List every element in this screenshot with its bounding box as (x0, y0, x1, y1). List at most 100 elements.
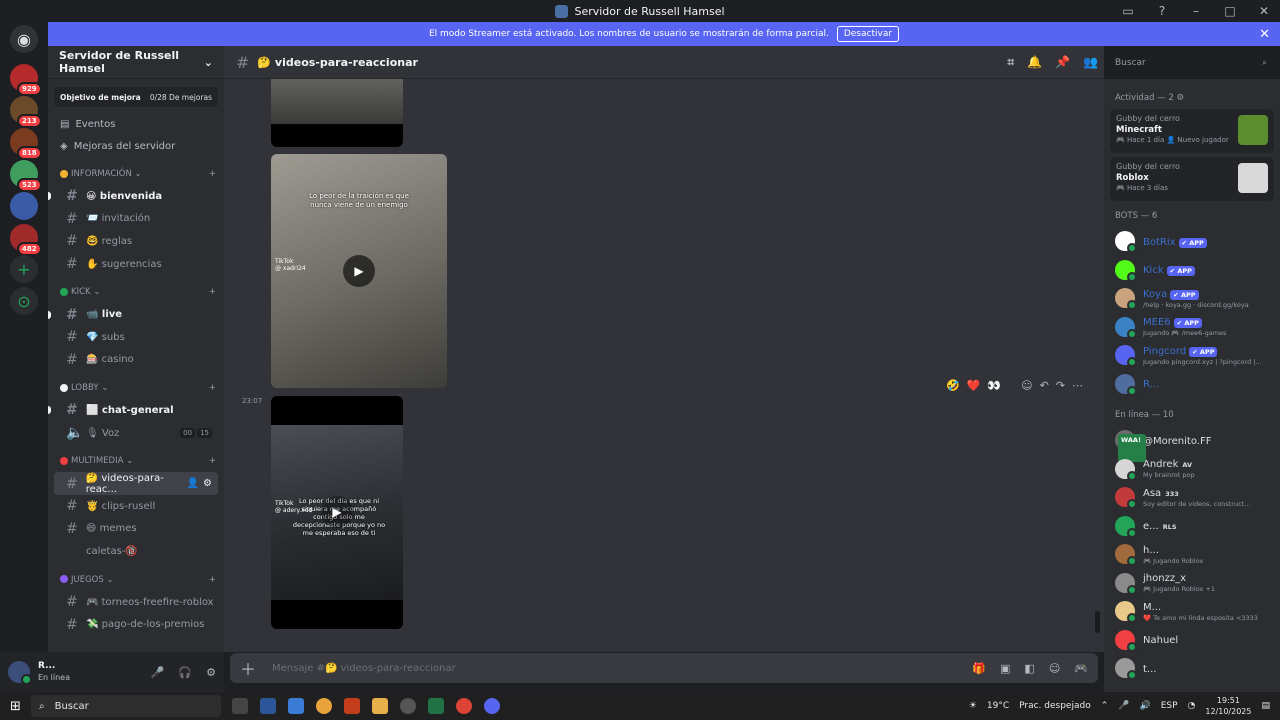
play-icon[interactable]: ▶ (321, 496, 353, 528)
member-item[interactable]: @Morenito.FF WAA! (1104, 426, 1280, 462)
discord-home-icon[interactable]: ◉ (10, 25, 38, 53)
explore-servers-icon[interactable]: ⊙ (10, 287, 38, 315)
chrome-icon[interactable] (316, 698, 332, 714)
text-channel[interactable]: # ✋ sugerencias (54, 253, 218, 276)
store-icon[interactable] (288, 698, 304, 714)
taskbar-search[interactable]: ⌕ Buscar (31, 695, 221, 717)
bot-member[interactable]: Pingcord ✔ APP Jugando pingcord.xyz | ?pin… (1104, 341, 1280, 370)
message-composer[interactable]: ＋ Mensaje #🤔 videos-para-reaccionar 🎁 ▣ … (230, 653, 1098, 683)
activity-card[interactable]: Gubby del cerro Roblox 🎮 Hace 3 días (1110, 157, 1274, 201)
message-input[interactable]: Mensaje #🤔 videos-para-reaccionar (272, 663, 456, 674)
notifications-icon[interactable]: ▤ (1261, 701, 1270, 711)
reply-icon[interactable]: ↶ (1040, 379, 1049, 392)
category-header[interactable]: JUEGOS ⌄ + (48, 569, 224, 591)
text-channel[interactable]: # 💎 subs (54, 326, 218, 349)
add-reaction-icon[interactable]: ☺ (1021, 379, 1032, 392)
member-item[interactable]: Nahuel (1104, 626, 1280, 655)
text-channel[interactable]: # 💸 pago-de-los-premios (54, 613, 218, 636)
task-view-icon[interactable] (232, 698, 248, 714)
avatar[interactable] (8, 661, 32, 685)
member-item[interactable]: Andrek AV My brainrot pop (1104, 455, 1280, 484)
file-explorer-icon[interactable] (372, 698, 388, 714)
gear-icon[interactable]: ⚙ (203, 478, 212, 489)
gear-icon[interactable]: ⚙ (206, 666, 216, 679)
add-channel-icon[interactable]: + (209, 287, 216, 297)
gif-icon[interactable]: ▣ (1000, 662, 1010, 675)
video-attachment-1[interactable]: Lo peor de la traición es que nunca vien… (271, 154, 447, 388)
add-channel-icon[interactable]: + (209, 456, 216, 466)
bot-member[interactable]: Kick ✔ APP (1104, 256, 1280, 285)
member-item[interactable]: e... RLS (1104, 512, 1280, 541)
gift-icon[interactable]: 🎁 (972, 662, 986, 675)
bot-member[interactable]: MEE6 ✔ APP Jugando 🎮 /mee6-games (1104, 313, 1280, 342)
add-server-icon[interactable]: + (10, 255, 38, 283)
emoji-icon[interactable]: ☺ (1049, 662, 1060, 675)
apps-icon[interactable]: 🎮 (1074, 662, 1088, 675)
category-header[interactable]: MULTIMEDIA ⌄ + (48, 450, 224, 472)
app-icon[interactable] (400, 698, 416, 714)
member-item[interactable]: h... 🎮 Jugando Roblox (1104, 540, 1280, 569)
server-boosts-item[interactable]: ◈ Mejoras del servidor (48, 135, 224, 157)
gear-icon[interactable]: ⚙ (1176, 93, 1184, 103)
text-channel[interactable]: # 😀 bienvenida (48, 185, 218, 208)
bell-icon[interactable]: 🔔 (1027, 55, 1042, 70)
text-channel[interactable]: # ⬜ chat-general (48, 399, 218, 422)
sticker-icon[interactable]: ◧ (1024, 662, 1034, 675)
member-list-icon[interactable]: 👥 (1083, 55, 1098, 70)
language[interactable]: ESP (1161, 701, 1178, 711)
close-window-button[interactable]: ✕ (1256, 4, 1272, 18)
add-channel-icon[interactable]: + (209, 169, 216, 179)
microphone-icon[interactable]: 🎤 (151, 666, 165, 679)
video-attachment-2[interactable]: Lo peor del día es que ni siquiera me ac… (271, 396, 403, 629)
activity-card[interactable]: Gubby del cerro Minecraft 🎮 Hace 1 día 👤 N… (1110, 109, 1274, 153)
threads-icon[interactable]: ⌗ (1007, 55, 1014, 70)
category-header[interactable]: INFORMACIÓN ⌄ + (48, 163, 224, 185)
excel-icon[interactable] (428, 698, 444, 714)
add-channel-icon[interactable]: + (209, 575, 216, 585)
reaction-heart[interactable]: ❤️ (967, 379, 981, 392)
headphones-icon[interactable]: 🎧 (178, 666, 192, 679)
bot-member[interactable]: R... (1104, 370, 1280, 399)
reaction-rofl[interactable]: 🤣 (946, 379, 960, 392)
word-icon[interactable] (260, 698, 276, 714)
scrollbar-thumb[interactable] (1095, 611, 1100, 633)
reaction-eyes[interactable]: 👀 (987, 379, 1001, 392)
help-icon[interactable]: ? (1154, 4, 1170, 18)
volume-icon[interactable]: 🔊 (1139, 701, 1150, 711)
more-options-icon[interactable]: ⋯ (1072, 379, 1083, 392)
member-item[interactable]: M... ❤️ Te amo mi linda esposita <3333 (1104, 597, 1280, 626)
member-item[interactable]: t... (1104, 654, 1280, 683)
voice-channel[interactable]: 🔈 🎙 Voz 00 15 (54, 422, 218, 445)
server-header[interactable]: Servidor de Russell Hamsel ⌄ (48, 46, 224, 79)
add-channel-icon[interactable]: + (209, 383, 216, 393)
windows-start-icon[interactable]: ⊞ (10, 699, 21, 714)
text-channel[interactable]: # 📹 live (48, 303, 218, 326)
category-header[interactable]: KICK ⌄ + (48, 281, 224, 303)
clock[interactable]: 19:51 12/10/2025 (1205, 695, 1251, 717)
minimize-button[interactable]: – (1188, 4, 1204, 18)
powerpoint-icon[interactable] (344, 698, 360, 714)
play-icon[interactable]: ▶ (343, 255, 375, 287)
inbox-icon[interactable]: ▭ (1120, 4, 1136, 18)
text-channel[interactable]: # 🤴 clips-rusell (54, 495, 218, 518)
text-channel[interactable]: # 😄 memes (54, 518, 218, 541)
text-channel[interactable]: caletas-🔞 (54, 540, 218, 563)
chevron-up-icon[interactable]: ⌃ (1101, 701, 1109, 711)
text-channel[interactable]: # 🎰 casino (54, 349, 218, 372)
bot-member[interactable]: BotRix ✔ APP (1104, 227, 1280, 256)
events-item[interactable]: ▤ Eventos (48, 113, 224, 135)
text-channel[interactable]: # 🎮 torneos-freefire-roblox (54, 591, 218, 614)
chrome-profile-icon[interactable] (456, 698, 472, 714)
category-header[interactable]: LOBBY ⌄ + (48, 377, 224, 399)
deactivate-streamer-button[interactable]: Desactivar (836, 26, 900, 42)
invite-icon[interactable]: 👤 (187, 478, 199, 489)
discord-taskbar-icon[interactable] (484, 698, 500, 714)
boost-goal[interactable]: Objetivo de mejora 0/28 De mejoras (54, 87, 218, 107)
search-input[interactable]: Buscar ⌕ (1108, 52, 1274, 73)
text-channel[interactable]: # 🤓 reglas (54, 230, 218, 253)
member-item[interactable]: jhonzz_x 🎮 Jugando Roblox +1 (1104, 569, 1280, 598)
add-attachment-icon[interactable]: ＋ (240, 656, 256, 680)
pin-icon[interactable]: 📌 (1055, 55, 1070, 70)
forward-icon[interactable]: ↷ (1056, 379, 1065, 392)
bot-member[interactable]: Koya ✔ APP/help · koya.gg · discord.gg/ko… (1104, 284, 1280, 313)
